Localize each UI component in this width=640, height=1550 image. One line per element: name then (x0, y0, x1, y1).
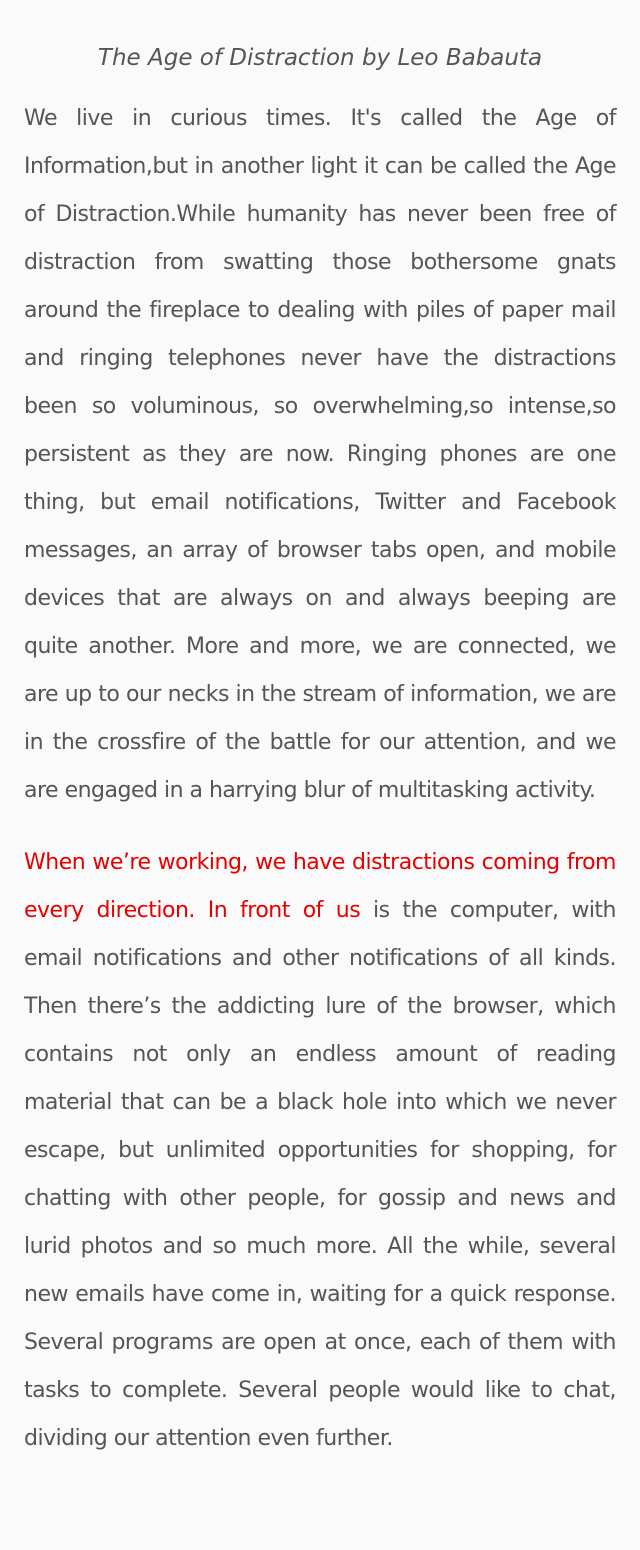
article-title: The Age of Distraction by Leo Babauta (97, 45, 543, 71)
paragraph-2-text: is the computer, with email notification… (24, 898, 617, 1451)
article-page: The Age of Distraction by Leo Babauta We… (0, 0, 640, 1550)
paragraph-1: We live in curious times. It's called th… (24, 106, 617, 803)
paragraph-2: When we’re working, we have distractions… (24, 839, 617, 1463)
